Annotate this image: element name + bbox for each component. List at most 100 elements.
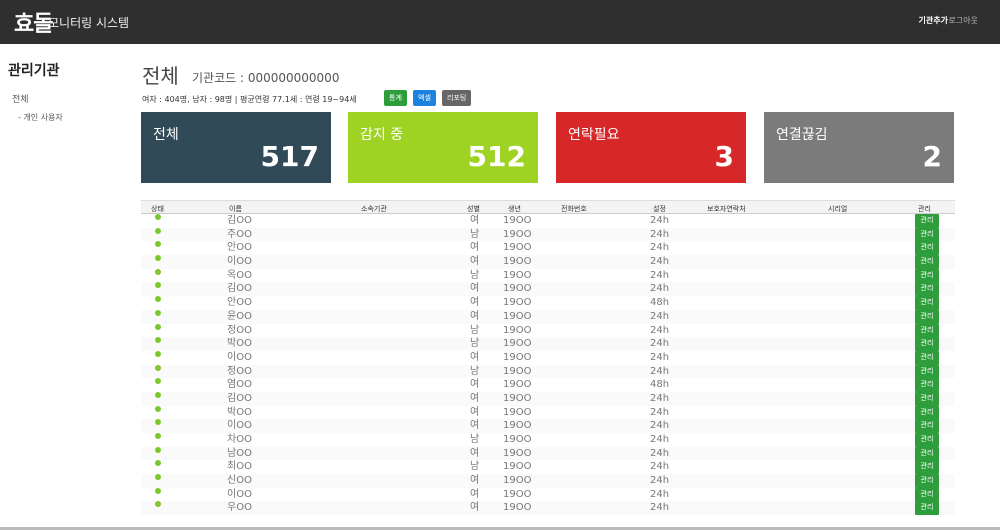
col-name[interactable]: 이름 <box>229 204 242 214</box>
col-phone[interactable]: 전화번호 <box>561 204 587 214</box>
cell-setting: 24h <box>650 215 670 226</box>
table-row[interactable]: 신OO 여 19OO 24h 관리 <box>141 474 955 489</box>
manage-button[interactable]: 관리 <box>915 433 939 447</box>
manage-button[interactable]: 관리 <box>915 419 939 434</box>
manage-button[interactable]: 관리 <box>915 350 939 365</box>
col-org[interactable]: 소속기관 <box>361 204 387 214</box>
cell-birth: 19OO <box>503 215 532 226</box>
table-row[interactable]: 차OO 남 19OO 24h 관리 <box>141 433 955 447</box>
cell-name: 정OO <box>227 365 252 377</box>
manage-button[interactable]: 관리 <box>915 337 939 352</box>
col-status[interactable]: 상태 <box>151 204 164 214</box>
card-label: 연결끊김 <box>776 127 828 143</box>
manage-button[interactable]: 관리 <box>915 255 939 270</box>
cell-gender: 여 <box>470 242 480 254</box>
status-dot <box>155 309 161 316</box>
table-row[interactable]: 이OO 여 19OO 24h 관리 <box>141 350 955 365</box>
cell-setting: 48h <box>650 379 670 391</box>
manage-button[interactable]: 관리 <box>915 487 939 502</box>
cell-setting: 24h <box>650 365 670 377</box>
manage-button[interactable]: 관리 <box>915 460 939 475</box>
cell-birth: 19OO <box>503 365 532 377</box>
cell-name: 김OO <box>227 215 252 226</box>
col-serial[interactable]: 시리얼 <box>828 204 847 214</box>
table-row[interactable]: 우OO 여 19OO 24h 관리 <box>141 501 955 516</box>
card-disconnected[interactable]: 연결끊김 2 <box>764 112 954 183</box>
cell-birth: 19OO <box>503 228 532 240</box>
table-row[interactable]: 염OO 여 19OO 48h 관리 <box>141 378 955 393</box>
manage-button[interactable]: 관리 <box>915 501 939 516</box>
manage-button[interactable]: 관리 <box>915 405 939 420</box>
cell-name: 최OO <box>227 461 252 473</box>
table-row[interactable]: 안OO 여 19OO 48h 관리 <box>141 296 955 311</box>
cell-name: 박OO <box>227 338 252 350</box>
cell-gender: 여 <box>470 475 480 487</box>
table-row[interactable]: 최OO 남 19OO 24h 관리 <box>141 460 955 475</box>
cell-birth: 19OO <box>503 283 532 295</box>
table-row[interactable]: 남OO 여 19OO 24h 관리 <box>141 446 955 461</box>
manage-button[interactable]: 관리 <box>915 309 939 324</box>
cell-gender: 남 <box>470 434 480 445</box>
card-value: 3 <box>714 140 734 173</box>
table-row[interactable]: 안OO 여 19OO 24h 관리 <box>141 241 955 256</box>
excel-button[interactable]: 엑셀 <box>413 90 436 106</box>
table-row[interactable]: 옥OO 남 19OO 24h 관리 <box>141 268 955 283</box>
table-row[interactable]: 박OO 여 19OO 24h 관리 <box>141 405 955 420</box>
table-row[interactable]: 윤OO 여 19OO 24h 관리 <box>141 309 955 324</box>
table-row[interactable]: 정OO 남 19OO 24h 관리 <box>141 323 955 338</box>
sidebar-item-personal-user[interactable]: - 개인 사용자 <box>18 112 63 123</box>
col-setting[interactable]: 설정 <box>653 204 666 214</box>
card-total[interactable]: 전체 517 <box>141 112 331 183</box>
manage-button[interactable]: 관리 <box>915 474 939 489</box>
col-manage[interactable]: 관리 <box>918 204 931 214</box>
status-dot <box>155 364 161 371</box>
col-birth[interactable]: 생년 <box>508 204 521 214</box>
manage-button[interactable]: 관리 <box>915 391 939 406</box>
logout-link[interactable]: 로그아웃 <box>949 15 978 26</box>
cell-setting: 48h <box>650 297 670 309</box>
cell-birth: 19OO <box>503 420 532 432</box>
report-button[interactable]: 리포팅 <box>442 90 472 106</box>
manage-button[interactable]: 관리 <box>915 364 939 379</box>
col-gender[interactable]: 성별 <box>467 204 480 214</box>
cell-birth: 19OO <box>503 256 532 268</box>
cell-name: 김OO <box>227 283 252 295</box>
card-sensing[interactable]: 감지 중 512 <box>348 112 538 183</box>
add-org-link[interactable]: 기관추가 <box>919 15 948 26</box>
manage-button[interactable]: 관리 <box>915 268 939 283</box>
status-dot <box>155 433 161 439</box>
status-dot <box>155 460 161 467</box>
card-contact-needed[interactable]: 연락필요 3 <box>556 112 746 183</box>
manage-button[interactable]: 관리 <box>915 378 939 393</box>
cell-gender: 남 <box>470 365 480 377</box>
table-row[interactable]: 박OO 남 19OO 24h 관리 <box>141 337 955 352</box>
cell-name: 차OO <box>227 434 252 445</box>
col-guardian[interactable]: 보호자연락처 <box>707 204 746 214</box>
cell-gender: 여 <box>470 379 480 391</box>
manage-button[interactable]: 관리 <box>915 296 939 311</box>
sidebar-item-all[interactable]: 전체 <box>12 92 29 105</box>
table-row[interactable]: 김OO 여 19OO 24h 관리 <box>141 391 955 406</box>
manage-button[interactable]: 관리 <box>915 446 939 461</box>
table-row[interactable]: 김OO 여 19OO 24h 관리 <box>141 282 955 297</box>
cell-birth: 19OO <box>503 406 532 418</box>
table-body: 김OO 여 19OO 24h 관리 주OO 남 19OO 24h 관리 안OO 여 19OO 24h 관리 이… <box>141 214 955 516</box>
stats-button[interactable]: 통계 <box>384 90 407 106</box>
status-dot <box>155 282 161 289</box>
manage-button[interactable]: 관리 <box>915 227 939 242</box>
manage-button[interactable]: 관리 <box>915 323 939 338</box>
manage-button[interactable]: 관리 <box>915 214 939 228</box>
manage-button[interactable]: 관리 <box>915 241 939 256</box>
cell-gender: 여 <box>470 502 480 514</box>
table-row[interactable]: 주OO 남 19OO 24h 관리 <box>141 227 955 242</box>
cell-gender: 여 <box>470 351 480 363</box>
table-row[interactable]: 김OO 여 19OO 24h 관리 <box>141 214 955 228</box>
table-row[interactable]: 이OO 여 19OO 24h 관리 <box>141 419 955 434</box>
manage-button[interactable]: 관리 <box>915 282 939 297</box>
table-row[interactable]: 정OO 남 19OO 24h 관리 <box>141 364 955 379</box>
app-logo[interactable]: 효돌 <box>14 6 53 38</box>
table-row[interactable]: 이OO 여 19OO 24h 관리 <box>141 255 955 270</box>
table-header: 상태 이름 소속기관 성별 생년 전화번호 설정 보호자연락처 시리얼 관리 <box>141 200 955 214</box>
table-row[interactable]: 이OO 여 19OO 24h 관리 <box>141 487 955 502</box>
cell-gender: 여 <box>470 297 480 309</box>
